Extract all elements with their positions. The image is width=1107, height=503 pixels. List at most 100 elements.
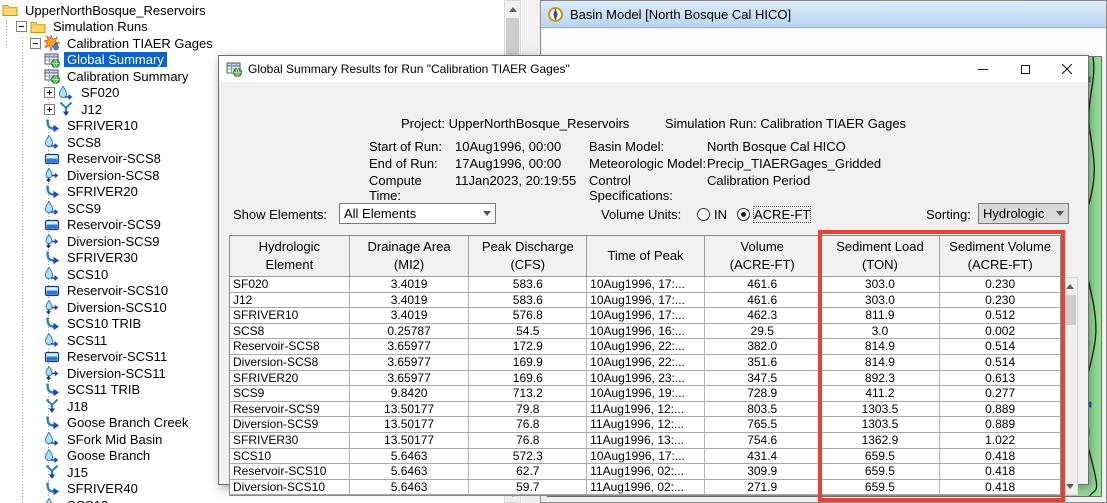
column-header-line2: (TON) (862, 257, 898, 272)
tree-item[interactable]: Simulation Runs (0, 19, 502, 36)
table-cell: 0.418 (940, 449, 1060, 465)
table-scroll-up-icon[interactable] (1062, 278, 1077, 294)
table-cell: 659.5 (820, 448, 941, 465)
table-row[interactable]: Reservoir-SCS9 13.50177 79.8 11Aug1996, 12:… (230, 401, 1060, 418)
volume-units-label: Volume Units: (601, 206, 682, 222)
volume-units-radio-group: IN ACRE-FT (687, 203, 812, 225)
table-scroll-down-icon[interactable] (1062, 478, 1077, 494)
table-row[interactable]: SCS10 5.6463 572.3 10Aug1996, 17:... 431.4 65… (230, 448, 1060, 465)
column-header[interactable]: Drainage Area (MI2) (349, 236, 470, 277)
column-header[interactable]: Volume (ACRE-FT) (704, 236, 821, 277)
reach-icon (44, 250, 61, 266)
tree-item[interactable]: SCS12 (0, 497, 502, 503)
table-cell: 0.889 (940, 402, 1060, 418)
table-cell: 351.6 (704, 354, 821, 371)
table-cell: SFRIVER10 (230, 308, 350, 324)
table-cell: Diversion-SCS9 (230, 417, 350, 433)
table-cell: 11Aug1996, 12:... (587, 401, 705, 418)
column-header-line2: (CFS) (510, 257, 546, 272)
table-cell: 11Aug1996, 13:... (587, 432, 705, 449)
reservoir-icon (44, 283, 61, 299)
table-row[interactable]: SFRIVER30 13.50177 76.8 11Aug1996, 13:... 75… (230, 432, 1060, 449)
table-cell: 659.5 (820, 464, 941, 480)
volume-units-radio-in[interactable]: IN (697, 207, 727, 222)
volume-units-radio-acre-ft[interactable]: ACRE-FT (737, 205, 812, 223)
tree-item-label: SCS12 (64, 498, 111, 503)
column-header-line2: (ACRE-FT) (729, 257, 795, 272)
tree-item-label: Goose Branch Creek (67, 415, 189, 431)
column-header-line1: Sediment Volume (949, 238, 1052, 254)
results-table: Hydrologic Element Drainage Area (MI2) Peak … (229, 235, 1061, 497)
table-row[interactable]: SFRIVER10 3.4019 576.8 10Aug1996, 17:... 462… (230, 308, 1060, 324)
table-cell: 3.65977 (349, 354, 470, 371)
column-header[interactable]: Hydrologic Element (230, 236, 350, 277)
table-cell: 54.5 (469, 323, 588, 340)
table-row[interactable]: Diversion-SCS8 3.65977 169.9 10Aug1996, 22:… (230, 354, 1060, 371)
table-cell: 1303.5 (820, 417, 941, 433)
table-row[interactable]: Diversion-SCS10 5.6463 59.7 11Aug1996, 02:.… (230, 479, 1060, 496)
dialog-body: Project: UpperNorthBosque_Reservoirs Sim… (219, 82, 1088, 502)
basin-model-titlebar[interactable]: Basin Model [North Bosque Cal HICO] (541, 1, 1106, 28)
table-cell: SCS10 (230, 448, 350, 465)
simulation-run-label: Simulation Run: (664, 116, 757, 131)
table-cell: 811.9 (820, 308, 941, 324)
column-header[interactable]: Sediment Load (TON) (820, 236, 941, 277)
table-row[interactable]: Diversion-SCS9 13.50177 76.8 11Aug1996, 12:… (230, 417, 1060, 433)
close-button[interactable] (1046, 56, 1088, 82)
reservoir-icon (44, 151, 61, 167)
compute-time-value: 11Jan2023, 20:19:55 (455, 173, 577, 188)
show-elements-select[interactable]: All Elements (339, 203, 496, 224)
expander-plus-icon[interactable] (44, 87, 55, 99)
tree-item-label: Reservoir-SCS11 (67, 349, 168, 365)
summary-table-icon (44, 52, 61, 68)
table-row[interactable]: SCS8 0.25787 54.5 10Aug1996, 16:... 29.5 3.0 0… (230, 323, 1060, 340)
screen: { "explorer": { "items": [ {"label":"Upp… (0, 0, 1107, 503)
table-cell: 62.7 (469, 464, 588, 480)
tree-item-label: Diversion-SCS11 (67, 365, 166, 381)
table-controls-row: Show Elements: All Elements Volume Units… (219, 203, 1088, 225)
table-cell: Reservoir-SCS9 (230, 401, 350, 418)
end-of-run-value: 17Aug1996, 00:00 (455, 156, 562, 171)
table-row[interactable]: SFRIVER20 3.65977 169.6 10Aug1996, 23:... 34… (230, 370, 1060, 387)
table-row[interactable]: Reservoir-SCS8 3.65977 172.9 10Aug1996, 22:… (230, 339, 1060, 355)
tree-item-label: UpperNorthBosque_Reservoirs (25, 2, 206, 18)
table-cell: 10Aug1996, 22:... (587, 354, 705, 371)
table-cell: 172.9 (469, 339, 588, 355)
tree-item[interactable]: Calibration TIAER Gages (0, 35, 502, 52)
folder-icon (30, 19, 47, 35)
column-header[interactable]: Time of Peak (587, 236, 705, 277)
table-cell: 0.277 (940, 386, 1060, 402)
table-cell: 10Aug1996, 22:... (587, 339, 705, 355)
column-header-line2: Element (265, 257, 314, 272)
table-cell: 11Aug1996, 02:... (587, 479, 705, 496)
dialog-titlebar[interactable]: Global Summary Results for Run "Calibrat… (219, 56, 1088, 82)
expander-minus-icon[interactable] (30, 37, 41, 49)
column-header[interactable]: Peak Discharge (CFS) (469, 236, 588, 277)
table-cell: SCS9 (230, 386, 350, 402)
table-cell: 0.002 (940, 324, 1060, 340)
minimize-button[interactable] (962, 56, 1004, 82)
sorting-select[interactable]: Hydrologic (978, 203, 1069, 224)
table-row[interactable]: J12 3.4019 583.6 10Aug1996, 17:... 461.6 303.… (230, 292, 1060, 309)
table-cell: 0.512 (940, 308, 1060, 324)
table-scrollbar[interactable] (1061, 277, 1078, 495)
table-row[interactable]: SF020 3.4019 583.6 10Aug1996, 17:... 461.6 30… (230, 277, 1060, 293)
table-cell: 0.514 (940, 355, 1060, 371)
subbasin-icon (44, 497, 61, 503)
table-row[interactable]: SCS9 9.8420 713.2 10Aug1996, 19:... 728.9 411… (230, 386, 1060, 402)
project-run-line: Project: UpperNorthBosque_Reservoirs Sim… (219, 116, 1088, 131)
tree-item-label: SFRIVER30 (67, 250, 138, 266)
maximize-button[interactable] (1004, 56, 1046, 82)
expander-minus-icon[interactable] (16, 21, 27, 33)
expander-plus-icon[interactable] (44, 103, 55, 115)
tree-scroll-up-icon[interactable] (505, 1, 520, 17)
column-header-line1: Volume (740, 238, 784, 254)
tree-item-label: Simulation Runs (53, 19, 148, 35)
table-cell: 814.9 (820, 354, 941, 371)
table-scrollbar-thumb[interactable] (1063, 295, 1076, 325)
sorting-label: Sorting: (926, 206, 971, 222)
tree-item[interactable]: UpperNorthBosque_Reservoirs (0, 2, 502, 19)
table-row[interactable]: Reservoir-SCS10 5.6463 62.7 11Aug1996, 02:.… (230, 464, 1060, 480)
column-header[interactable]: Sediment Volume (ACRE-FT) (940, 236, 1061, 277)
table-cell: 1362.9 (820, 432, 941, 449)
